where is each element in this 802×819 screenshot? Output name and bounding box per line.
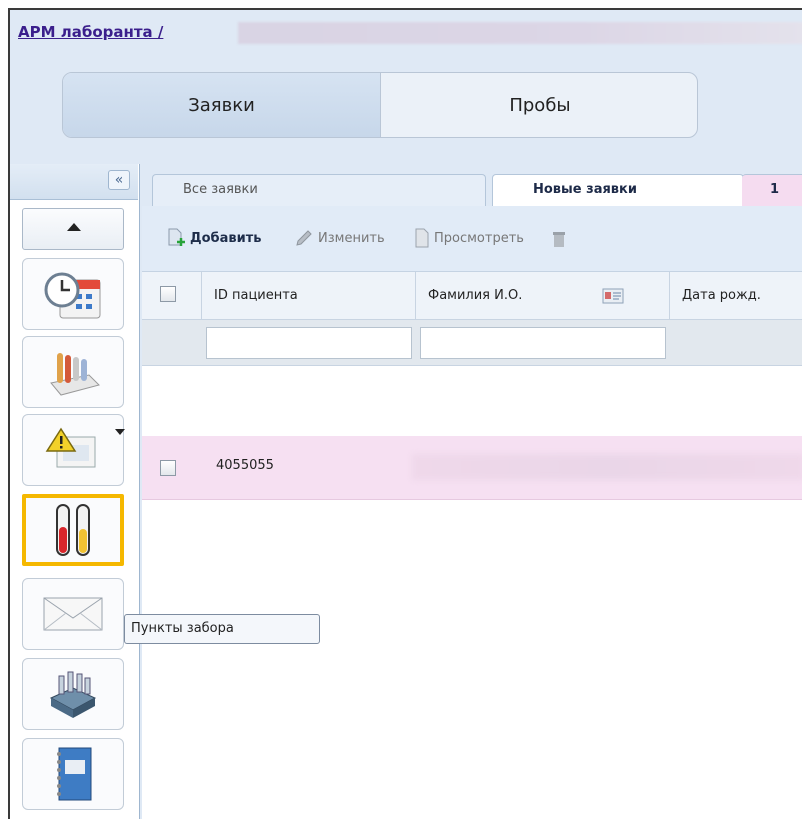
requests-content: Все заявки Новые заявки 1 Добавить Измен… [142,164,802,819]
collection-points-tooltip: Пункты забора [124,614,320,644]
request-subtabs: Все заявки Новые заявки 1 [142,164,802,206]
envelope-icon [43,597,103,631]
tool-journal[interactable] [22,738,124,810]
warning-document-icon [45,427,96,468]
tool-test-tubes[interactable] [22,336,124,408]
add-document-icon [168,228,185,246]
notebook-icon [57,747,92,801]
add-button[interactable]: Добавить [166,228,261,248]
pencil-icon [296,230,312,246]
tool-lab-equipment[interactable] [22,658,124,730]
edit-button-label: Изменить [318,230,385,246]
tab-all-requests[interactable]: Все заявки [152,174,486,206]
test-tubes-rack-icon [50,353,100,396]
app-title-link[interactable]: АРМ лаборанта / [18,23,163,41]
grid-filter-row [142,320,802,366]
trash-icon [553,232,565,247]
tool-warnings[interactable] [22,414,125,486]
title-redacted-area [238,22,802,44]
view-button-label: Просмотреть [434,230,524,246]
select-all-cell [142,272,202,320]
tab-new-requests-count[interactable]: 1 [742,174,802,206]
grid-header: ID пациента Фамилия И.О. Дата рожд. [142,272,802,320]
left-panel-header: « [10,164,138,200]
table-row[interactable]: 4055055 [142,436,802,500]
row-checkbox[interactable] [160,460,176,476]
delete-button[interactable] [552,228,566,248]
tab-requests[interactable]: Заявки [63,73,381,137]
column-patient-id[interactable]: ID пациента [202,272,416,320]
app-window: АРМ лаборанта / Заявки Пробы « Все заявк… [8,8,802,819]
collapse-panel-button[interactable]: « [108,170,130,190]
edit-button[interactable]: Изменить [294,228,385,248]
scroll-up-button[interactable] [22,208,124,250]
tool-collection-points[interactable] [22,494,124,566]
lab-machine-icon [49,671,97,718]
patient-id-cell: 4055055 [216,458,274,473]
add-button-label: Добавить [190,230,262,246]
view-document-icon [415,228,429,248]
column-birth-date[interactable]: Дата рожд. [670,272,802,320]
tab-samples[interactable]: Пробы [381,73,697,137]
title-bar: АРМ лаборанта / [10,10,802,52]
patient-id-filter-input[interactable] [206,327,412,359]
view-button[interactable]: Просмотреть [414,228,524,248]
tab-new-requests[interactable]: Новые заявки [492,174,744,206]
left-tool-panel: « [10,164,140,819]
redacted-cells [412,454,802,480]
grid-toolbar: Добавить Изменить Просмотреть [142,206,802,272]
full-name-filter-input[interactable] [420,327,666,359]
tool-schedule[interactable] [22,258,124,330]
tool-messages[interactable] [22,578,124,650]
sample-tubes-icon [56,504,90,556]
calendar-clock-icon [44,272,101,319]
column-full-name-label: Фамилия И.О. [428,288,523,303]
id-card-icon[interactable] [602,288,624,304]
main-tabs: Заявки Пробы [62,72,698,138]
select-all-checkbox[interactable] [160,286,176,302]
column-full-name[interactable]: Фамилия И.О. [416,272,670,320]
chevron-down-icon[interactable] [115,429,125,435]
